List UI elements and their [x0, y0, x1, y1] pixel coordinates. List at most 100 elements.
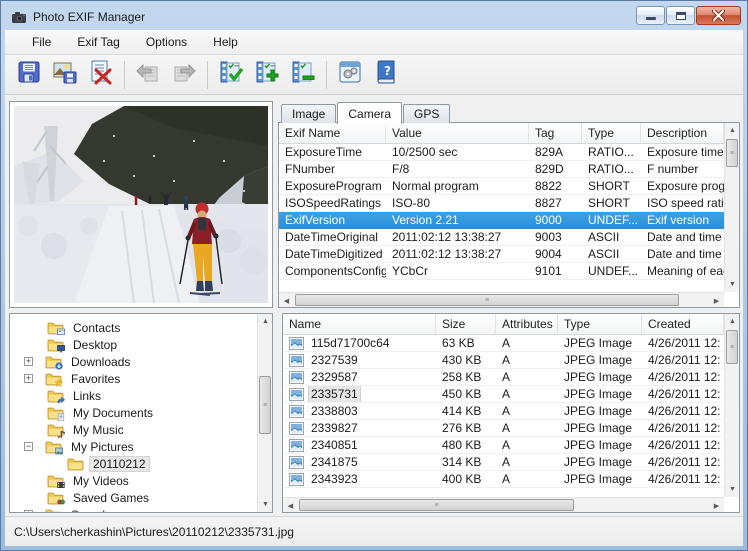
menu-exif-tag[interactable]: Exif Tag	[64, 32, 132, 52]
exif-row[interactable]: ISOSpeedRatingsISO-808827SHORTISO speed …	[279, 195, 724, 212]
scroll-right-icon[interactable]: ▶	[709, 293, 724, 308]
column-description[interactable]: Description	[641, 123, 724, 143]
exif-cell: RATIO...	[582, 144, 641, 160]
file-cell: 4/26/2011 12:	[642, 437, 724, 453]
file-cell: 450 KB	[436, 386, 496, 402]
file-name-cell: 2341875	[283, 454, 436, 470]
file-cell: JPEG Image	[558, 369, 642, 385]
save-image-button[interactable]	[49, 59, 81, 91]
file-row[interactable]: 2341875314 KBAJPEG Image4/26/2011 12:	[283, 454, 724, 471]
scroll-thumb[interactable]: ≡	[299, 499, 574, 511]
scroll-down-icon[interactable]: ▼	[258, 497, 273, 512]
save-button[interactable]	[13, 59, 45, 91]
exif-cell: FNumber	[279, 161, 386, 177]
exif-cell: SHORT	[582, 195, 641, 211]
tree-item-links[interactable]: Links	[10, 387, 257, 404]
tree-item-20110212[interactable]: 20110212	[10, 455, 257, 472]
scroll-down-icon[interactable]: ▼	[725, 482, 740, 497]
column-name[interactable]: Name	[283, 314, 436, 334]
exif-check-button[interactable]	[215, 59, 247, 91]
file-row[interactable]: 2338803414 KBAJPEG Image4/26/2011 12:	[283, 403, 724, 420]
menu-options[interactable]: Options	[133, 32, 200, 52]
file-row[interactable]: 2327539430 KBAJPEG Image4/26/2011 12:	[283, 352, 724, 369]
tab-camera[interactable]: Camera	[337, 102, 402, 124]
scroll-thumb[interactable]: ≡	[295, 294, 679, 306]
exif-add-button[interactable]	[251, 59, 283, 91]
tab-gps[interactable]: GPS	[403, 104, 450, 123]
file-vertical-scrollbar[interactable]: ▲ ≡ ▼	[724, 314, 739, 497]
column-size[interactable]: Size	[436, 314, 496, 334]
file-row[interactable]: 115d71700c6463 KBAJPEG Image4/26/2011 12…	[283, 335, 724, 352]
tree-item-searches[interactable]: +Searches	[10, 506, 257, 512]
exif-row[interactable]: ComponentsConfig...YCbCr9101UNDEF...Mean…	[279, 263, 724, 280]
expand-icon[interactable]: +	[24, 374, 33, 383]
minimize-button[interactable]	[636, 6, 665, 25]
close-button[interactable]	[696, 6, 741, 25]
column-exif-name[interactable]: Exif Name	[279, 123, 386, 143]
file-cell: A	[496, 403, 558, 419]
column-tag[interactable]: Tag	[529, 123, 582, 143]
tree-item-my-documents[interactable]: My Documents	[10, 404, 257, 421]
file-cell: A	[496, 437, 558, 453]
tree-item-my-music[interactable]: My Music	[10, 421, 257, 438]
tree-item-my-pictures[interactable]: −My Pictures	[10, 438, 257, 455]
column-type[interactable]: Type	[558, 314, 642, 334]
scroll-thumb[interactable]: ≡	[259, 376, 271, 434]
tree-vertical-scrollbar[interactable]: ▲ ≡ ▼	[257, 314, 272, 512]
exif-row[interactable]: DateTimeOriginal2011:02:12 13:38:279003A…	[279, 229, 724, 246]
exif-remove-button[interactable]	[287, 59, 319, 91]
scroll-thumb[interactable]: ≡	[726, 330, 738, 364]
column-type[interactable]: Type	[582, 123, 641, 143]
exif-cell: Exposure progra	[641, 178, 724, 194]
file-row[interactable]: 2339827276 KBAJPEG Image4/26/2011 12:	[283, 420, 724, 437]
expand-icon[interactable]: +	[24, 510, 33, 512]
tree-item-label: My Videos	[69, 473, 133, 489]
file-row[interactable]: 2340851480 KBAJPEG Image4/26/2011 12:	[283, 437, 724, 454]
previous-button[interactable]	[132, 59, 164, 91]
scroll-left-icon[interactable]: ◀	[283, 498, 298, 513]
help-button[interactable]: ?	[370, 59, 402, 91]
file-horizontal-scrollbar[interactable]: ◀ ≡ ▶	[283, 497, 724, 512]
exif-horizontal-scrollbar[interactable]: ◀ ≡ ▶	[279, 292, 724, 307]
exif-row[interactable]: FNumberF/8829DRATIO...F number	[279, 161, 724, 178]
exif-cell: 2011:02:12 13:38:27	[386, 229, 529, 245]
tree-item-my-videos[interactable]: My Videos	[10, 472, 257, 489]
collapse-icon[interactable]: −	[24, 442, 33, 451]
column-value[interactable]: Value	[386, 123, 529, 143]
column-created[interactable]: Created	[642, 314, 724, 334]
scroll-up-icon[interactable]: ▲	[258, 314, 273, 329]
column-attributes[interactable]: Attributes	[496, 314, 558, 334]
exif-row[interactable]: DateTimeDigitized2011:02:12 13:38:279004…	[279, 246, 724, 263]
file-row[interactable]: 2343923400 KBAJPEG Image4/26/2011 12:	[283, 471, 724, 488]
menu-file[interactable]: File	[19, 32, 64, 52]
next-button[interactable]	[168, 59, 200, 91]
title-bar[interactable]: Photo EXIF Manager	[5, 4, 743, 30]
options-button[interactable]	[334, 59, 366, 91]
expand-icon[interactable]: +	[24, 357, 33, 366]
scroll-up-icon[interactable]: ▲	[725, 123, 740, 138]
file-row[interactable]: 2329587258 KBAJPEG Image4/26/2011 12:	[283, 369, 724, 386]
tab-image[interactable]: Image	[281, 104, 336, 123]
scroll-right-icon[interactable]: ▶	[709, 498, 724, 513]
tree-item-desktop[interactable]: Desktop	[10, 336, 257, 353]
tree-item-saved-games[interactable]: Saved Games	[10, 489, 257, 506]
exif-cell: ISO-80	[386, 195, 529, 211]
scroll-thumb[interactable]: ≡	[726, 139, 738, 167]
exif-row[interactable]: ExposureTime10/2500 sec829ARATIO...Expos…	[279, 144, 724, 161]
tree-item-favorites[interactable]: +Favorites	[10, 370, 257, 387]
exif-row[interactable]: ExifVersionVersion 2.219000UNDEF...Exif …	[279, 212, 724, 229]
scroll-down-icon[interactable]: ▼	[725, 277, 740, 292]
scroll-up-icon[interactable]: ▲	[725, 314, 740, 329]
scroll-left-icon[interactable]: ◀	[279, 293, 294, 308]
tree-item-downloads[interactable]: +Downloads	[10, 353, 257, 370]
exif-cell: 9101	[529, 263, 582, 279]
maximize-button[interactable]	[666, 6, 695, 25]
delete-exif-button[interactable]	[85, 59, 117, 91]
menu-help[interactable]: Help	[200, 32, 251, 52]
file-row[interactable]: 2335731450 KBAJPEG Image4/26/2011 12:	[283, 386, 724, 403]
exif-row[interactable]: ExposureProgramNormal program8822SHORTEx…	[279, 178, 724, 195]
tree-item-contacts[interactable]: Contacts	[10, 319, 257, 336]
exif-cell: UNDEF...	[582, 263, 641, 279]
image-file-icon	[289, 405, 304, 418]
exif-vertical-scrollbar[interactable]: ▲ ≡ ▼	[724, 123, 739, 292]
